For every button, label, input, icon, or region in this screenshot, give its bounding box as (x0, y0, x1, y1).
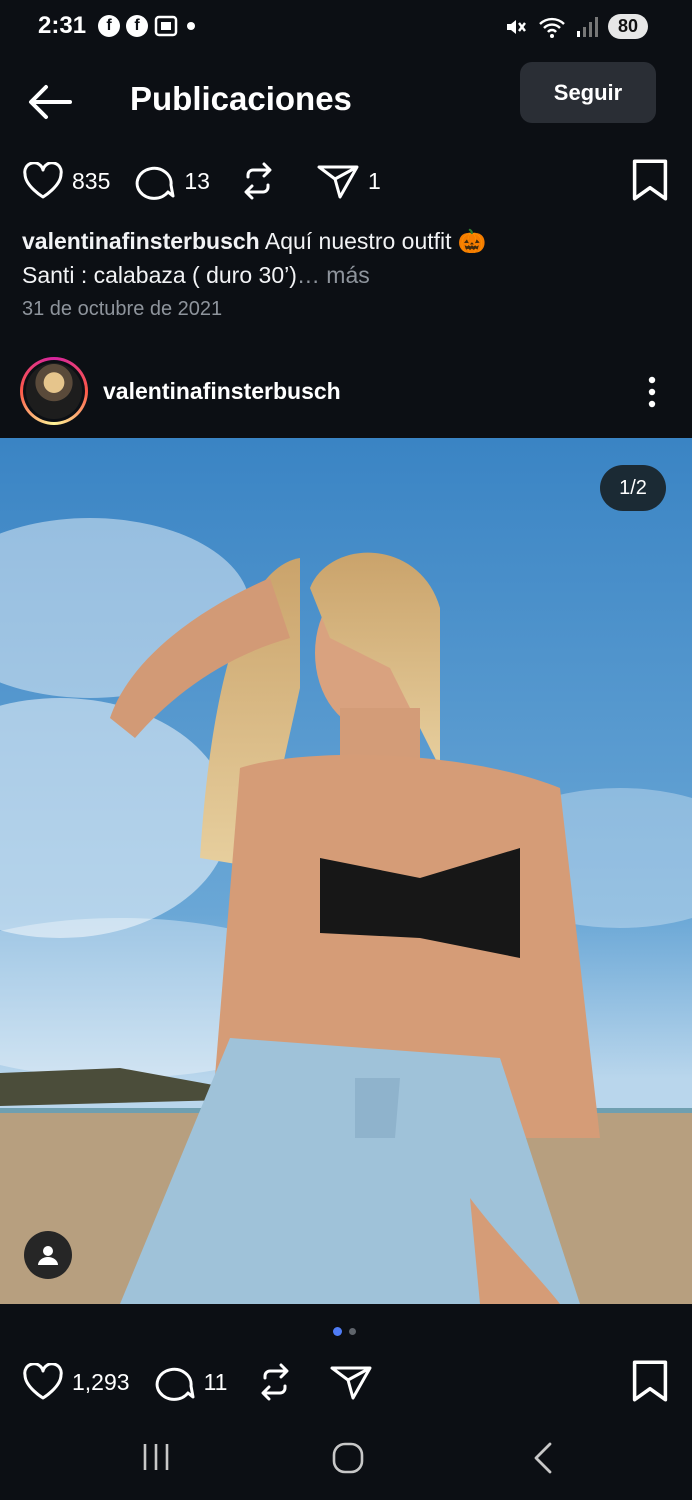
status-time: 2:31 (38, 12, 87, 39)
facebook-icon: f (98, 15, 120, 37)
back-arrow-icon[interactable] (26, 82, 72, 122)
page-title: Publicaciones (130, 80, 352, 117)
repost-button[interactable] (257, 1362, 293, 1402)
send-icon (330, 1366, 372, 1400)
carousel-dot-active (333, 1327, 342, 1336)
bookmark-icon[interactable] (630, 1359, 670, 1403)
mute-icon (506, 19, 526, 34)
post-author[interactable]: valentinafinsterbusch (103, 378, 341, 405)
share-count: 1 (367, 167, 381, 194)
like-count: 1,293 (72, 1368, 130, 1395)
caption-text-line2: Santi : calabaza ( duro 30’) (22, 262, 297, 288)
caption-username[interactable]: valentinafinsterbusch (22, 228, 260, 254)
wifi-icon (539, 17, 565, 38)
post-actions: 1,293 11 (22, 1358, 373, 1406)
screenshot-icon (154, 15, 178, 37)
heart-icon (23, 162, 63, 199)
avatar-image (26, 363, 82, 419)
tagged-people-button[interactable] (24, 1231, 72, 1279)
follow-button[interactable]: Seguir (520, 62, 656, 123)
like-count: 835 (72, 167, 111, 194)
system-icons: 80 (504, 14, 648, 39)
notification-icons: f f (98, 15, 198, 37)
like-button[interactable]: 1,293 (22, 1363, 130, 1401)
heart-icon (23, 1363, 63, 1400)
comment-button[interactable]: 11 (154, 1362, 228, 1402)
system-back-icon[interactable] (530, 1441, 558, 1475)
caption-text: Aquí nuestro outfit 🎃 (259, 228, 487, 254)
post-caption: valentinafinsterbusch Aquí nuestro outfi… (22, 224, 662, 292)
signal-icon (576, 16, 598, 37)
system-navigation-bar (0, 1425, 692, 1500)
repost-icon (261, 1363, 289, 1401)
bookmark-icon[interactable] (630, 158, 670, 202)
post-image-illustration (0, 438, 692, 1304)
person-icon (38, 1246, 58, 1265)
comment-bubble-icon (136, 166, 175, 200)
comment-count: 11 (203, 1368, 228, 1395)
carousel-dot (349, 1328, 356, 1335)
previous-post-actions: 835 13 1 (22, 157, 381, 205)
status-bar: 2:31 f f 80 (0, 0, 692, 56)
send-icon (317, 165, 359, 199)
battery-indicator: 80 (607, 14, 648, 39)
facebook-icon: f (126, 15, 148, 37)
post-date: 31 de octubre de 2021 (22, 298, 223, 320)
more-options-icon[interactable] (640, 374, 664, 410)
dot-icon (187, 22, 195, 30)
like-button[interactable]: 835 (22, 162, 110, 200)
share-button[interactable] (329, 1363, 373, 1401)
repost-button[interactable] (240, 161, 276, 201)
home-icon[interactable] (331, 1441, 365, 1475)
recent-apps-icon[interactable] (140, 1441, 172, 1473)
share-button[interactable]: 1 (316, 162, 381, 200)
repost-icon (244, 162, 272, 200)
post-image[interactable] (0, 438, 692, 1304)
comment-bubble-icon (155, 1367, 195, 1401)
comment-count: 13 (184, 167, 210, 194)
comment-button[interactable]: 13 (134, 161, 210, 201)
caption-more-link[interactable]: … más (297, 262, 370, 288)
avatar[interactable] (20, 357, 88, 425)
image-counter: 1/2 (600, 465, 666, 511)
